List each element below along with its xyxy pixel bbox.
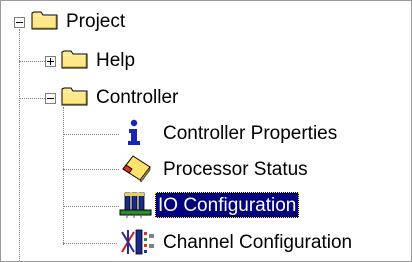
minus-icon	[16, 22, 23, 23]
processor-status-icon	[121, 154, 153, 182]
tree-line	[19, 61, 45, 62]
minus-icon	[47, 98, 54, 99]
tree-item-label[interactable]: Channel Configuration	[160, 229, 355, 255]
tree-line	[63, 107, 64, 245]
tree-item-label[interactable]: Controller	[93, 84, 181, 110]
tree-line	[63, 169, 119, 170]
folder-icon	[31, 9, 59, 31]
collapse-toggle[interactable]	[45, 93, 56, 104]
tree-line	[63, 134, 119, 135]
expand-toggle[interactable]	[45, 56, 56, 67]
info-icon	[123, 119, 145, 147]
tree-line	[63, 206, 119, 207]
channel-configuration-icon	[120, 228, 156, 256]
tree-item-label[interactable]: Controller Properties	[160, 120, 340, 146]
tree-line	[63, 243, 117, 244]
tree-item-label[interactable]: Help	[93, 47, 138, 73]
tree-item-label[interactable]: Project	[63, 8, 128, 34]
tree-line	[19, 29, 20, 261]
tree-item-label[interactable]: Processor Status	[160, 156, 311, 182]
folder-icon	[61, 85, 89, 107]
tree-item-label[interactable]: IO Configuration	[155, 192, 300, 218]
project-tree[interactable]: Project Help Controller Controller Prope…	[0, 0, 412, 262]
tree-line	[19, 98, 45, 99]
collapse-toggle[interactable]	[14, 17, 25, 28]
folder-icon	[61, 48, 89, 70]
io-configuration-icon	[119, 190, 153, 218]
